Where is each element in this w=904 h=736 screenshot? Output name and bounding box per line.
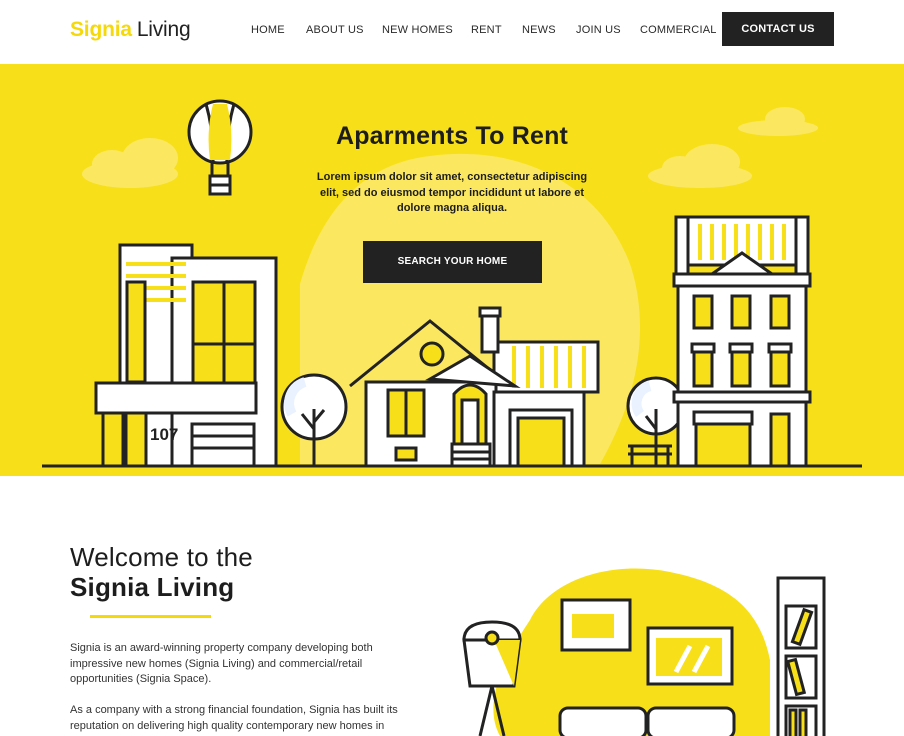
intro-paragraph: Signia is an award-winning property comp… <box>70 642 373 685</box>
bench-icon <box>628 444 672 466</box>
brand-logo-bold: Signia <box>70 18 132 41</box>
brand-logo-text: Living <box>136 18 191 41</box>
hero-title: Aparments To Rent <box>335 122 569 150</box>
site-header: Signia Living HOME ABOUT US NEW HOMES REN… <box>0 0 904 64</box>
apartment-building <box>672 215 812 468</box>
bookshelf-icon <box>776 576 826 736</box>
nav-about-us[interactable]: ABOUT US <box>306 23 364 37</box>
welcome-heading-light: Welcome to the <box>70 542 253 572</box>
nav-news[interactable]: NEWS <box>522 23 556 37</box>
heading-underline <box>90 615 211 618</box>
nav-commercial[interactable]: COMMERCIAL <box>640 23 717 37</box>
modern-building <box>94 243 278 468</box>
nav-rent[interactable]: RENT <box>471 23 502 37</box>
cloud-icon <box>82 138 178 188</box>
welcome-heading-bold: Signia Living <box>70 572 235 602</box>
house-number: 107 <box>150 425 178 444</box>
contact-us-button[interactable]: CONTACT US <box>722 12 834 46</box>
balloon-icon <box>187 99 253 196</box>
nav-new-homes[interactable]: NEW HOMES <box>382 23 453 37</box>
living-room-illustration <box>462 568 826 736</box>
nav-home[interactable]: HOME <box>251 23 285 37</box>
picture-frame-icon <box>560 598 632 652</box>
cloud-icon <box>648 144 752 188</box>
nav-join-us[interactable]: JOIN US <box>576 23 621 37</box>
brand-logo[interactable]: Signia Living <box>70 17 191 43</box>
company-paragraph: As a company with a strong financial fou… <box>70 704 398 732</box>
hero-section: 107 Aparments To Rent Lorem ipsum dolor … <box>0 64 904 476</box>
hero-description: Lorem ipsum dolor sit amet, consectetur … <box>316 171 588 214</box>
search-home-button[interactable]: SEARCH YOUR HOME <box>363 241 542 283</box>
cloud-icon <box>738 107 818 136</box>
picture-frame-icon <box>646 626 734 686</box>
